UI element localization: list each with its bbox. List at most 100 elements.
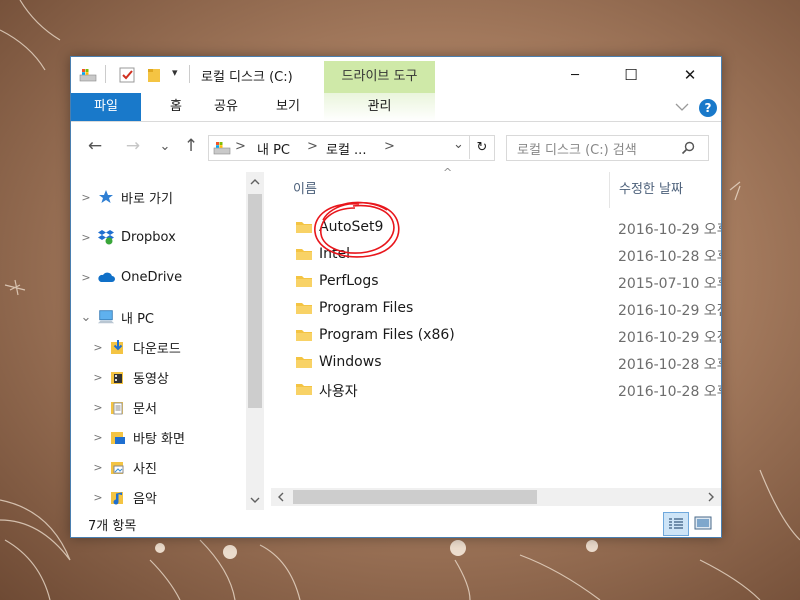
- sidebar-item-music[interactable]: > 음악: [91, 484, 157, 510]
- video-folder-icon: [109, 368, 127, 386]
- sidebar-item-label: Dropbox: [121, 229, 176, 245]
- expand-chevron-icon[interactable]: >: [79, 271, 93, 284]
- forward-button[interactable]: →: [123, 136, 143, 156]
- new-folder-icon[interactable]: [147, 67, 161, 83]
- title-bar[interactable]: ▾ 로컬 디스크 (C:) 드라이브 도구 ─ ☐ ✕: [71, 57, 721, 93]
- window-title: 로컬 디스크 (C:): [201, 70, 293, 85]
- expand-chevron-icon[interactable]: >: [91, 431, 105, 444]
- sidebar-item-desktop[interactable]: > 바탕 화면: [91, 424, 185, 450]
- properties-icon[interactable]: [119, 67, 135, 83]
- file-row-program-files[interactable]: Program Files 2016-10-29 오전: [271, 295, 721, 322]
- folder-icon: [296, 330, 312, 341]
- address-bar[interactable]: > 내 PC > 로컬 ... > ⌄: [208, 135, 495, 161]
- minimize-button[interactable]: ─: [552, 57, 598, 93]
- scroll-left-icon[interactable]: [277, 492, 285, 502]
- scroll-up-icon[interactable]: [250, 178, 260, 186]
- file-row-windows[interactable]: Windows 2016-10-28 오후: [271, 349, 721, 376]
- sidebar-item-label: 내 PC: [121, 311, 155, 327]
- tab-share[interactable]: 공유: [201, 93, 251, 121]
- expand-chevron-icon[interactable]: >: [79, 191, 93, 204]
- file-list-horizontal-scrollbar[interactable]: [271, 488, 721, 506]
- tab-view[interactable]: 보기: [263, 93, 313, 121]
- back-button[interactable]: ←: [85, 136, 105, 156]
- navigation-bar: ← → ⌄ ↑ > 내 PC > 로컬 ... > ⌄ ↻ 로컬 디스크 (C:…: [71, 122, 721, 172]
- expand-chevron-icon[interactable]: >: [91, 341, 105, 354]
- up-button[interactable]: ↑: [181, 136, 201, 156]
- maximize-button[interactable]: ☐: [608, 57, 654, 93]
- recent-locations-button[interactable]: ⌄: [155, 136, 175, 156]
- column-header-date[interactable]: 수정한 날짜: [619, 172, 683, 208]
- expand-chevron-icon[interactable]: >: [91, 491, 105, 504]
- address-dropdown-button[interactable]: ⌄: [453, 137, 464, 152]
- breadcrumb-local-disk[interactable]: 로컬 ...: [326, 139, 366, 158]
- file-name: Windows: [319, 354, 382, 370]
- refresh-button[interactable]: ↻: [469, 135, 494, 159]
- tab-home[interactable]: 홈: [151, 93, 201, 121]
- sidebar-item-pictures[interactable]: > 사진: [91, 454, 157, 480]
- tab-manage[interactable]: 관리: [324, 93, 435, 121]
- sidebar-item-label: 문서: [133, 401, 157, 417]
- help-button[interactable]: ?: [699, 99, 717, 117]
- document-folder-icon: [109, 398, 127, 416]
- close-button[interactable]: ✕: [667, 57, 713, 93]
- download-folder-icon: [109, 338, 127, 356]
- large-icons-view-button[interactable]: [691, 512, 715, 534]
- collapse-chevron-icon[interactable]: ⌄: [79, 310, 93, 325]
- maximize-icon: ☐: [624, 66, 638, 84]
- column-separator[interactable]: [609, 172, 610, 208]
- expand-chevron-icon[interactable]: >: [91, 371, 105, 384]
- details-view-button[interactable]: [663, 512, 689, 536]
- tab-file[interactable]: 파일: [71, 93, 141, 121]
- sidebar-item-label: 다운로드: [133, 341, 181, 357]
- sidebar-item-label: 바탕 화면: [133, 431, 185, 447]
- search-input[interactable]: 로컬 디스크 (C:) 검색: [517, 139, 637, 158]
- sidebar-scroll-thumb[interactable]: [248, 194, 262, 408]
- close-icon: ✕: [683, 66, 697, 84]
- file-name: 사용자: [319, 384, 358, 400]
- file-row-users[interactable]: 사용자 2016-10-28 오후: [271, 376, 721, 403]
- music-folder-icon: [109, 488, 127, 506]
- breadcrumb-my-pc[interactable]: 내 PC: [257, 139, 290, 158]
- search-icon[interactable]: [681, 141, 695, 155]
- computer-icon: [97, 308, 115, 326]
- sidebar-item-documents[interactable]: > 문서: [91, 394, 157, 420]
- qat-customize-dropdown[interactable]: ▾: [172, 66, 178, 79]
- sidebar-item-downloads[interactable]: > 다운로드: [91, 334, 181, 360]
- details-view-icon: [669, 518, 683, 529]
- file-row-program-files-x86[interactable]: Program Files (x86) 2016-10-29 오전: [271, 322, 721, 349]
- search-box[interactable]: 로컬 디스크 (C:) 검색: [506, 135, 709, 161]
- breadcrumb-separator: >: [235, 139, 246, 154]
- status-bar: 7개 항목: [71, 510, 721, 537]
- sidebar-item-videos[interactable]: > 동영상: [91, 364, 169, 390]
- file-list: ^ 이름 수정한 날짜 AutoSet9 2016-10-29 오후 Intel…: [271, 166, 722, 510]
- sidebar-item-label: 사진: [133, 461, 157, 477]
- folder-icon: [296, 384, 312, 395]
- drive-icon[interactable]: [79, 67, 97, 83]
- file-date: 2016-10-29 오후: [618, 222, 722, 238]
- sidebar-item-onedrive[interactable]: > OneDrive: [79, 264, 182, 290]
- expand-chevron-icon[interactable]: >: [79, 231, 93, 244]
- scroll-down-icon[interactable]: [250, 496, 260, 504]
- file-date: 2016-10-28 오후: [618, 357, 722, 373]
- large-icons-view-icon: [694, 516, 712, 530]
- drive-tools-context-label: 드라이브 도구: [324, 61, 435, 93]
- sidebar-item-my-pc[interactable]: ⌄ 내 PC: [79, 304, 154, 330]
- expand-chevron-icon[interactable]: >: [91, 461, 105, 474]
- chevron-down-icon[interactable]: [675, 102, 689, 112]
- sidebar-item-label: 바로 가기: [121, 191, 173, 207]
- file-name: Program Files: [319, 300, 414, 316]
- sidebar-item-label: OneDrive: [121, 269, 183, 285]
- dropbox-icon: [97, 228, 115, 246]
- folder-icon: [296, 303, 312, 314]
- title-divider: [189, 65, 190, 83]
- sidebar-scrollbar[interactable]: [246, 172, 264, 510]
- horizontal-scroll-thumb[interactable]: [293, 490, 537, 504]
- sidebar-item-quick-access[interactable]: > 바로 가기: [79, 184, 173, 210]
- qat-divider: [105, 65, 106, 83]
- file-row-perflogs[interactable]: PerfLogs 2015-07-10 오후: [271, 268, 721, 295]
- sidebar-item-dropbox[interactable]: > Dropbox: [79, 224, 176, 250]
- scroll-right-icon[interactable]: [707, 492, 715, 502]
- expand-chevron-icon[interactable]: >: [91, 401, 105, 414]
- pc-drive-icon: [213, 142, 231, 155]
- file-date: 2016-10-28 오후: [618, 384, 722, 400]
